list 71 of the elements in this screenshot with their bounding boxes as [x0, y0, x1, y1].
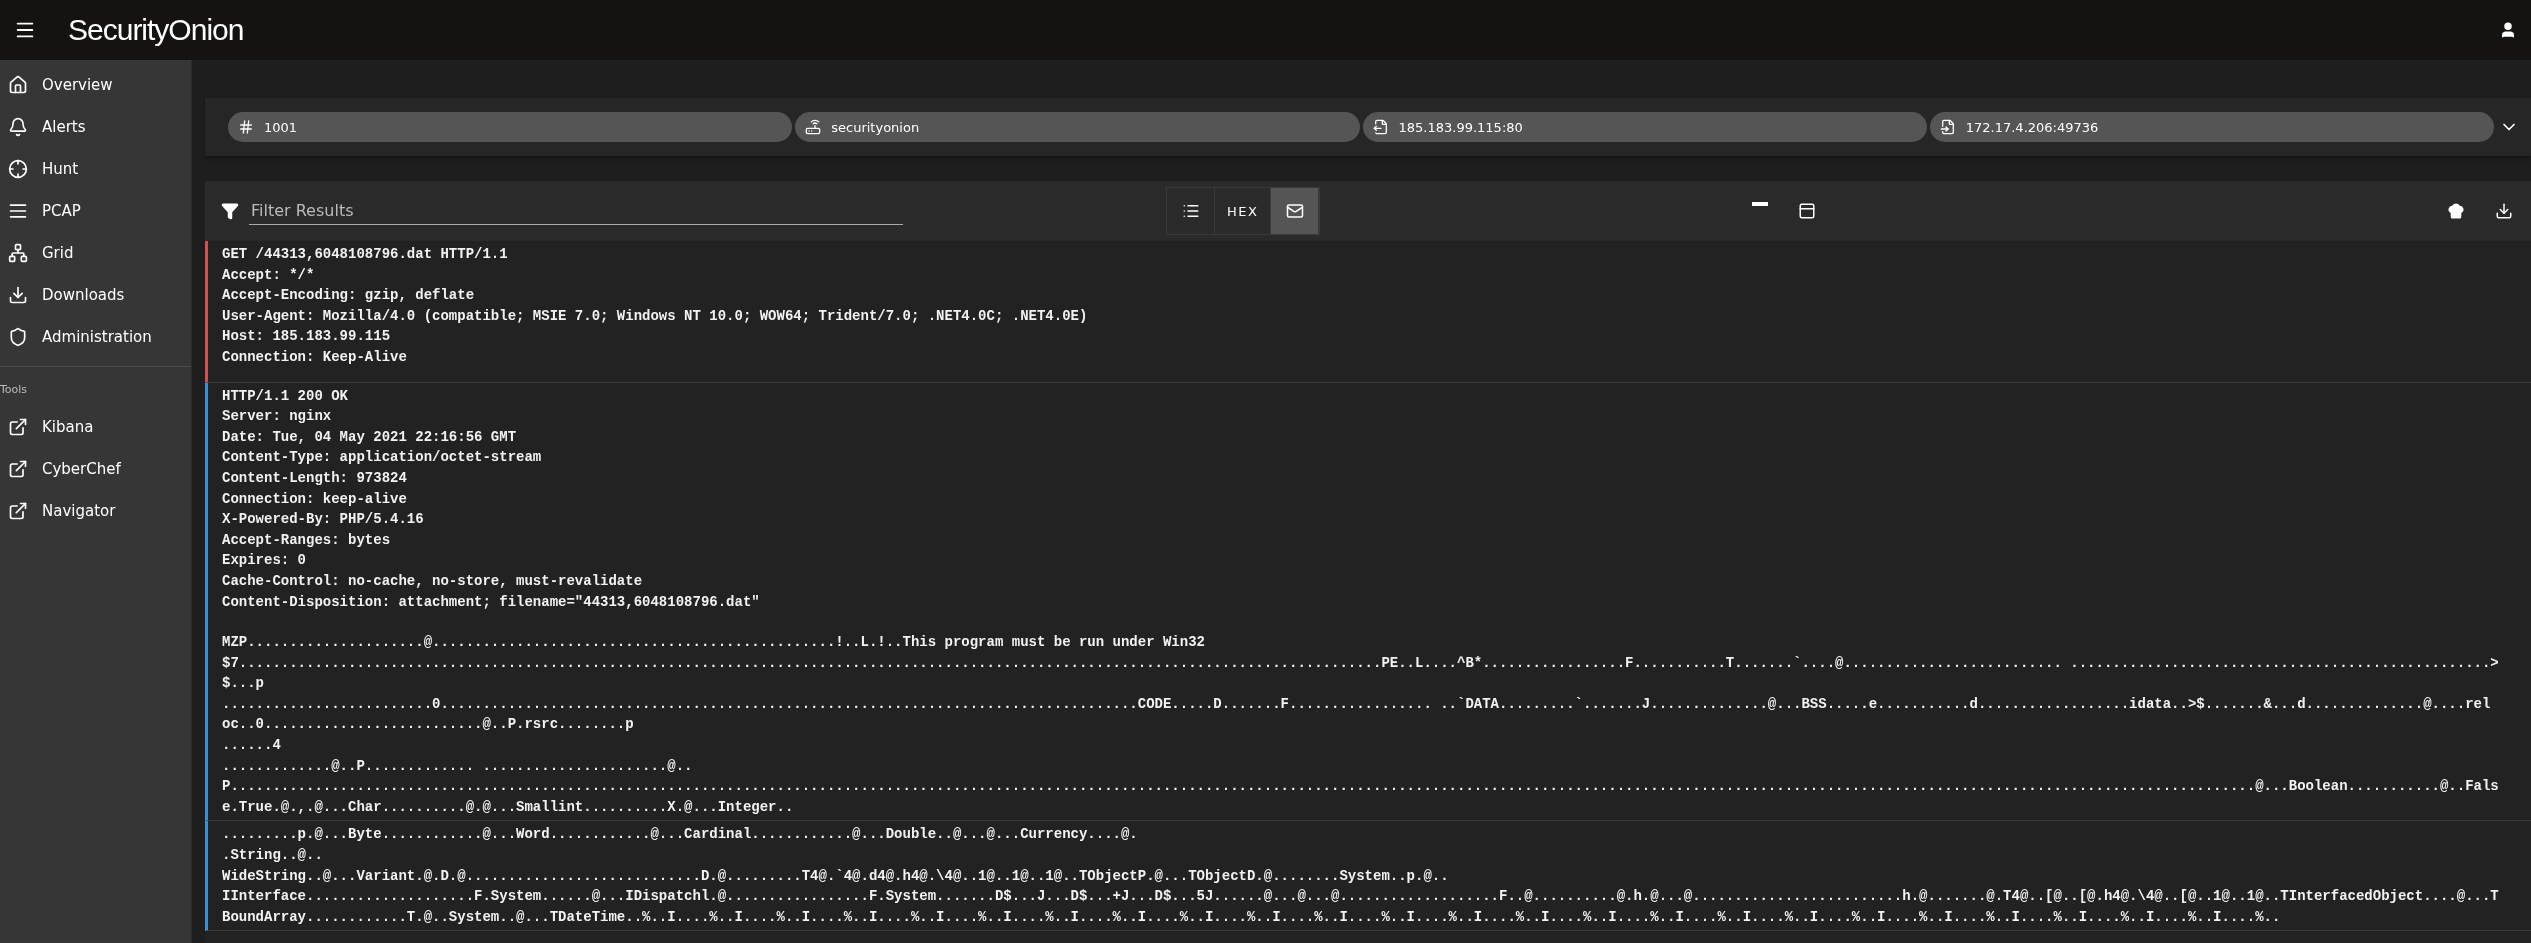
- payload-line: BoundArray............T.@..System..@...TDateTime..%..I....%..I....%..I....%..I....%..I....%..I....%..I....%..I....%..I....%..I....%..I....%..I....%..I....%..I....%..I....%..I....%..I....%..I....%..I....%..I....%..I....%..I....%..I....%..I....%..: [222, 907, 2282, 927]
- header-line: Content-Disposition: attachment; filename="44313,6048108796.dat": [222, 592, 761, 612]
- sidebar-item[interactable]: Overview: [0, 64, 191, 106]
- sidebar-item[interactable]: Kibana: [0, 406, 191, 448]
- external-link-icon: [8, 417, 28, 437]
- header-line: Date: Tue, 04 May 2021 22:16:56 GMT: [222, 427, 518, 447]
- payload-line: .........p.@...Byte............@...Word............@...Cardinal............@...Double..@...@...Currency....@.: [222, 825, 1139, 845]
- envelope-icon: [1285, 202, 1304, 220]
- header-line: Connection: keep-alive: [222, 489, 408, 509]
- filter-field[interactable]: Filter Results: [249, 197, 903, 225]
- download-icon: [8, 285, 28, 305]
- sidebar-item[interactable]: Administration: [0, 316, 191, 358]
- payload-line: .............@..P............. ......................@..: [222, 756, 694, 776]
- payload-line: P.................................................................................................................................................................................................................................................@...Boolean...........@..Fals: [222, 777, 2500, 797]
- header-line: X-Powered-By: PHP/5.4.16: [222, 510, 425, 530]
- shield-icon: [8, 327, 28, 347]
- header-line: Content-Length: 973824: [222, 468, 408, 488]
- sidebar-item[interactable]: CyberChef: [0, 448, 191, 490]
- payload-line: ......4: [222, 736, 282, 756]
- sidebar-item[interactable]: Hunt: [0, 148, 191, 190]
- header-line: User-Agent: Mozilla/4.0 (compatible; MSIE 7.0; Windows NT 10.0; WOW64; Trident/7.0; .NET4.0C; .NET4.0E): [222, 306, 1089, 326]
- file-export-icon: [1372, 119, 1389, 135]
- payload-line: e.True.@.,.@...Char..........@.@...Smallint..........X.@...Integer..: [222, 797, 795, 817]
- lines-icon: [8, 201, 28, 221]
- header-line: Connection: Keep-Alive: [222, 347, 408, 367]
- logo: SecurityOnion: [68, 13, 244, 47]
- sidebar-item[interactable]: PCAP: [0, 190, 191, 232]
- router-icon: [805, 119, 822, 135]
- network-icon: [8, 243, 28, 263]
- tools-heading: Tools: [0, 382, 29, 398]
- payload-line: WideString..@...Variant.@.D.@............................D.@.........T4@.`4@.d4@.h4@.\4@..1@..1@..1@..TObjectP.@...TObjectD.@........System..p.@..: [222, 866, 1450, 886]
- sidebar-item[interactable]: Navigator: [0, 490, 191, 532]
- filter-chip[interactable]: 172.17.4.206:49736: [1929, 112, 2494, 142]
- home-icon: [8, 75, 28, 95]
- bell-icon: [8, 117, 28, 137]
- hash-icon: [238, 119, 254, 135]
- filter-chip[interactable]: securityonion: [795, 112, 1360, 142]
- sidebar-item[interactable]: Grid: [0, 232, 191, 274]
- filter-chip[interactable]: 1001: [228, 112, 793, 142]
- payload-line: .String..@..: [222, 846, 324, 866]
- payload-line: MZP.....................@................................................!..L.!..This program must be run under Win32: [222, 633, 1206, 653]
- payload-line: $...p: [222, 674, 265, 694]
- file-import-icon: [1939, 119, 1956, 135]
- external-link-icon: [8, 459, 28, 479]
- filter-chip[interactable]: 185.183.99.115:80: [1362, 112, 1927, 142]
- download-icon: [2495, 202, 2513, 220]
- payload-line: oc..0..........................@..P.rsrc........p: [222, 715, 635, 735]
- sidebar-item[interactable]: Alerts: [0, 106, 191, 148]
- payload-line: $7........................................................................................................................................PE..L....^B*.................F...........T.......`....@.......................... ..................................................>: [222, 653, 2500, 673]
- panel-icon: [1798, 202, 1817, 220]
- header-line: Accept-Ranges: bytes: [222, 530, 392, 550]
- payload-line: IInterface....................F.System......@...IDispatchl.@.................F.System.......D$...J...D$...+J...D$...5J......@...@...@...................F..@..........@.h.@...@.........................h.@.......@.T4@..[@..[@.h4@.\4@..[@..1@..1@..TInterfacedObject....@...T: [222, 887, 2500, 907]
- list-icon: [1181, 202, 1200, 220]
- text-view-button[interactable]: [1271, 188, 1320, 234]
- header-line: HTTP/1.1 200 OK: [222, 386, 350, 406]
- user-icon: [2499, 21, 2517, 39]
- header-line: Cache-Control: no-cache, no-store, must-revalidate: [222, 571, 644, 591]
- header-line: Content-Type: application/octet-stream: [222, 448, 543, 468]
- crosshair-icon: [8, 159, 28, 179]
- header-line: Accept: */*: [222, 265, 316, 285]
- header-line: Server: nginx: [222, 407, 333, 427]
- external-link-icon: [8, 501, 28, 521]
- filter-icon: [221, 202, 239, 220]
- header-line: Expires: 0: [222, 551, 307, 571]
- header-line: Accept-Encoding: gzip, deflate: [222, 286, 476, 306]
- minus-icon: [1752, 202, 1769, 206]
- header-line: Host: 185.183.99.115: [222, 327, 392, 347]
- payload-line: .........................0...................................................................................CODE.....D.......F................. ..`DATA.........`.......J..............@...BSS.....e...........d..................idata..>$.......&...d..............@....rel: [222, 694, 2492, 714]
- chef-hat-icon: [2447, 202, 2465, 220]
- sidebar-item[interactable]: Downloads: [0, 274, 191, 316]
- header-line: GET /44313,6048108796.dat HTTP/1.1: [222, 245, 509, 264]
